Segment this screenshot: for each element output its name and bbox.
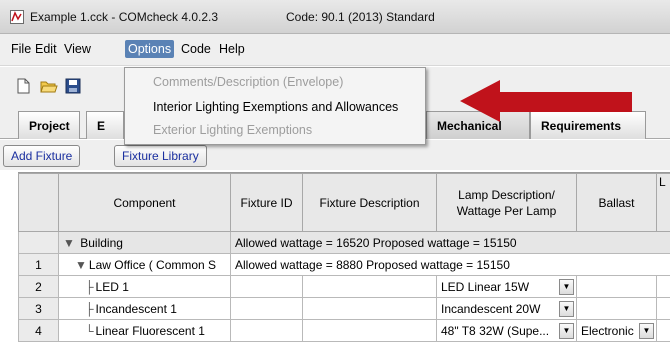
wattage-summary: Allowed wattage = 8880 Proposed wattage … [230,253,670,276]
menu-view[interactable]: View [61,42,94,56]
chevron-down-icon[interactable]: ▼ [559,301,574,317]
chevron-down-icon[interactable]: ▼ [559,279,574,295]
component-cell[interactable]: ▼ Law Office ( Common S [58,253,231,276]
menu-item-interior-lighting-exemptions[interactable]: Interior Lighting Exemptions and Allowan… [153,100,398,114]
tree-branch-icon: └ [85,323,94,338]
col-header-partial: L [656,173,670,232]
ballast-cell[interactable] [576,275,657,298]
row-number: 4 [18,319,59,342]
partial-cell [656,297,670,320]
menu-options[interactable]: Options [125,40,175,58]
save-icon[interactable] [64,77,82,95]
fixture-library-button[interactable]: Fixture Library [114,145,207,167]
app-icon [10,10,24,24]
lamp-description-cell[interactable]: 48" T8 32W (Supe... ▼ [436,319,577,342]
tree-branch-icon: ├ [85,301,94,316]
row-number: 1 [18,253,59,276]
menu-edit[interactable]: Edit [32,42,60,56]
code-standard: Code: 90.1 (2013) Standard [286,10,435,24]
collapse-triangle-icon[interactable]: ▼ [75,258,87,272]
lamp-description-cell[interactable]: Incandescent 20W ▼ [436,297,577,320]
partial-cell [656,319,670,342]
table-row[interactable]: 4 └ Linear Fluorescent 1 48" T8 32W (Supe… [18,319,670,342]
menu-item-exterior-lighting-exemptions: Exterior Lighting Exemptions [153,123,313,137]
add-fixture-button[interactable]: Add Fixture [3,145,81,167]
tree-branch-icon: ├ [85,279,94,294]
col-header-ballast[interactable]: Ballast [576,173,657,232]
wattage-summary: Allowed wattage = 16520 Proposed wattage… [230,231,670,254]
component-cell[interactable]: ▼ Building [58,231,231,254]
menu-help[interactable]: Help [216,42,248,56]
options-dropdown-menu: Comments/Description (Envelope) Interior… [124,67,426,145]
col-header-fixture-description[interactable]: Fixture Description [302,173,437,232]
new-file-icon[interactable] [14,77,32,95]
col-header-component[interactable]: Component [58,173,231,232]
menu-bar: File Edit View Options Code Help [0,34,670,66]
table-header-row: Component Fixture ID Fixture Description… [18,173,670,232]
fixture-id-cell[interactable] [230,297,303,320]
table-row[interactable]: 1 ▼ Law Office ( Common S Allowed wattage… [18,253,670,276]
row-number [18,231,59,254]
chevron-down-icon[interactable]: ▼ [559,323,574,339]
collapse-triangle-icon[interactable]: ▼ [63,236,75,250]
fixture-description-cell[interactable] [302,319,437,342]
row-number-header [18,173,59,232]
title-bar: Example 1.cck - COMcheck 4.0.2.3 Code: 9… [0,0,670,34]
ballast-cell[interactable] [576,297,657,320]
component-cell[interactable]: ├ Incandescent 1 [58,297,231,320]
partial-cell [656,275,670,298]
tab-project[interactable]: Project [18,111,80,139]
chevron-down-icon[interactable]: ▼ [639,323,654,339]
fixture-description-cell[interactable] [302,297,437,320]
table-row[interactable]: 3 ├ Incandescent 1 Incandescent 20W ▼ [18,297,670,320]
fixture-id-cell[interactable] [230,275,303,298]
fixture-description-cell[interactable] [302,275,437,298]
col-header-lamp-description[interactable]: Lamp Description/ Wattage Per Lamp [436,173,577,232]
col-header-fixture-id[interactable]: Fixture ID [230,173,303,232]
fixture-id-cell[interactable] [230,319,303,342]
lamp-description-cell[interactable]: LED Linear 15W ▼ [436,275,577,298]
red-arrow-annotation [460,80,632,122]
table-row-building[interactable]: ▼ Building Allowed wattage = 16520 Propo… [18,231,670,254]
ballast-cell[interactable]: Electronic ▼ [576,319,657,342]
table-row[interactable]: 2 ├ LED 1 LED Linear 15W ▼ [18,275,670,298]
component-cell[interactable]: └ Linear Fluorescent 1 [58,319,231,342]
menu-file[interactable]: File [8,42,34,56]
menu-code[interactable]: Code [178,42,214,56]
open-folder-icon[interactable] [40,77,58,95]
menu-item-comments-description: Comments/Description (Envelope) [153,75,344,89]
tab-envelope[interactable]: E [86,111,124,139]
row-number: 2 [18,275,59,298]
row-number: 3 [18,297,59,320]
component-cell[interactable]: ├ LED 1 [58,275,231,298]
window-title: Example 1.cck - COMcheck 4.0.2.3 [30,10,219,24]
fixture-table: Component Fixture ID Fixture Description… [18,172,670,355]
